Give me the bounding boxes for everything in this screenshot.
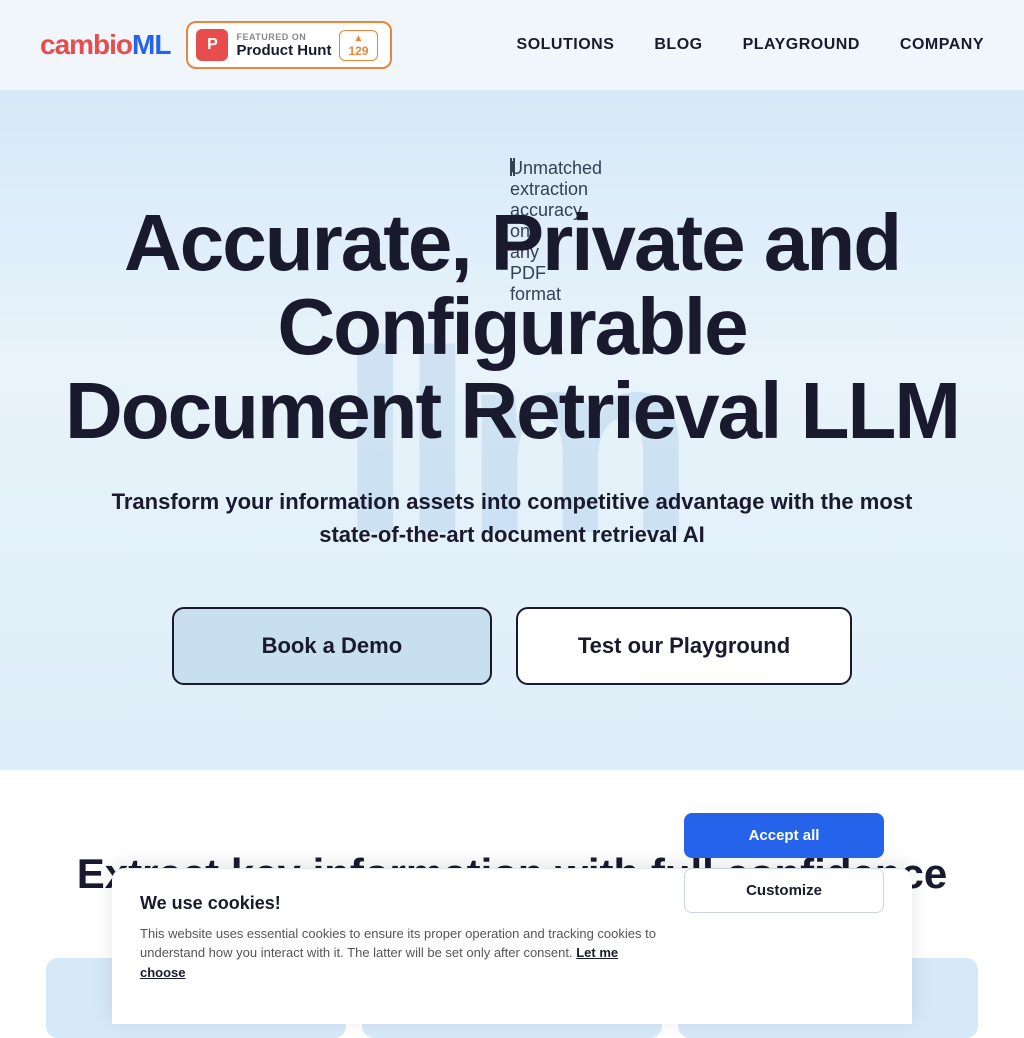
ph-featured-label: FEATURED ON	[236, 32, 331, 42]
ph-text: FEATURED ON Product Hunt	[236, 32, 331, 59]
cookie-description: This website uses essential cookies to e…	[140, 924, 660, 983]
hero-tagline: Unmatched extraction accuracy on any PDF…	[40, 156, 984, 177]
ph-upvote-button[interactable]: ▲ 129	[339, 30, 377, 61]
cookie-title: We use cookies!	[140, 893, 660, 914]
customize-button[interactable]: Customize	[684, 868, 884, 913]
upvote-count: 129	[348, 44, 368, 58]
hero-title: Accurate, Private and Configurable Docum…	[40, 201, 984, 453]
nav-solutions[interactable]: SOLUTIONS	[517, 36, 615, 54]
cookie-action-buttons: Accept all Customize	[684, 813, 884, 1001]
logo[interactable]: cambioML	[40, 29, 170, 61]
upvote-arrow-icon: ▲	[354, 33, 364, 44]
test-playground-button[interactable]: Test our Playground	[516, 607, 852, 685]
hero-subtitle: Transform your information assets into c…	[102, 485, 922, 551]
ph-product-hunt-label: Product Hunt	[236, 42, 331, 59]
nav-blog[interactable]: BLOG	[654, 36, 702, 54]
nav-playground[interactable]: PLAYGROUND	[743, 36, 860, 54]
product-hunt-badge[interactable]: P FEATURED ON Product Hunt ▲ 129	[186, 21, 391, 69]
hero-cta-buttons: Book a Demo Test our Playground	[40, 607, 984, 685]
cursor-blink	[513, 158, 515, 176]
book-demo-button[interactable]: Book a Demo	[172, 607, 492, 685]
accept-all-button[interactable]: Accept all	[684, 813, 884, 858]
logo-area: cambioML P FEATURED ON Product Hunt ▲ 12…	[40, 21, 392, 69]
hero-section: llm Unmatched extraction accuracy on any…	[0, 90, 1024, 770]
hero-content: Unmatched extraction accuracy on any PDF…	[40, 156, 984, 685]
navbar: cambioML P FEATURED ON Product Hunt ▲ 12…	[0, 0, 1024, 90]
nav-links: SOLUTIONS BLOG PLAYGROUND COMPANY	[517, 36, 984, 54]
logo-text: cambio	[40, 29, 132, 60]
ph-icon: P	[196, 29, 228, 61]
nav-company[interactable]: COMPANY	[900, 36, 984, 54]
cookie-banner: We use cookies! This website uses essent…	[112, 868, 912, 1025]
logo-ml: ML	[132, 29, 170, 60]
cookie-text-area: We use cookies! This website uses essent…	[140, 893, 660, 1001]
